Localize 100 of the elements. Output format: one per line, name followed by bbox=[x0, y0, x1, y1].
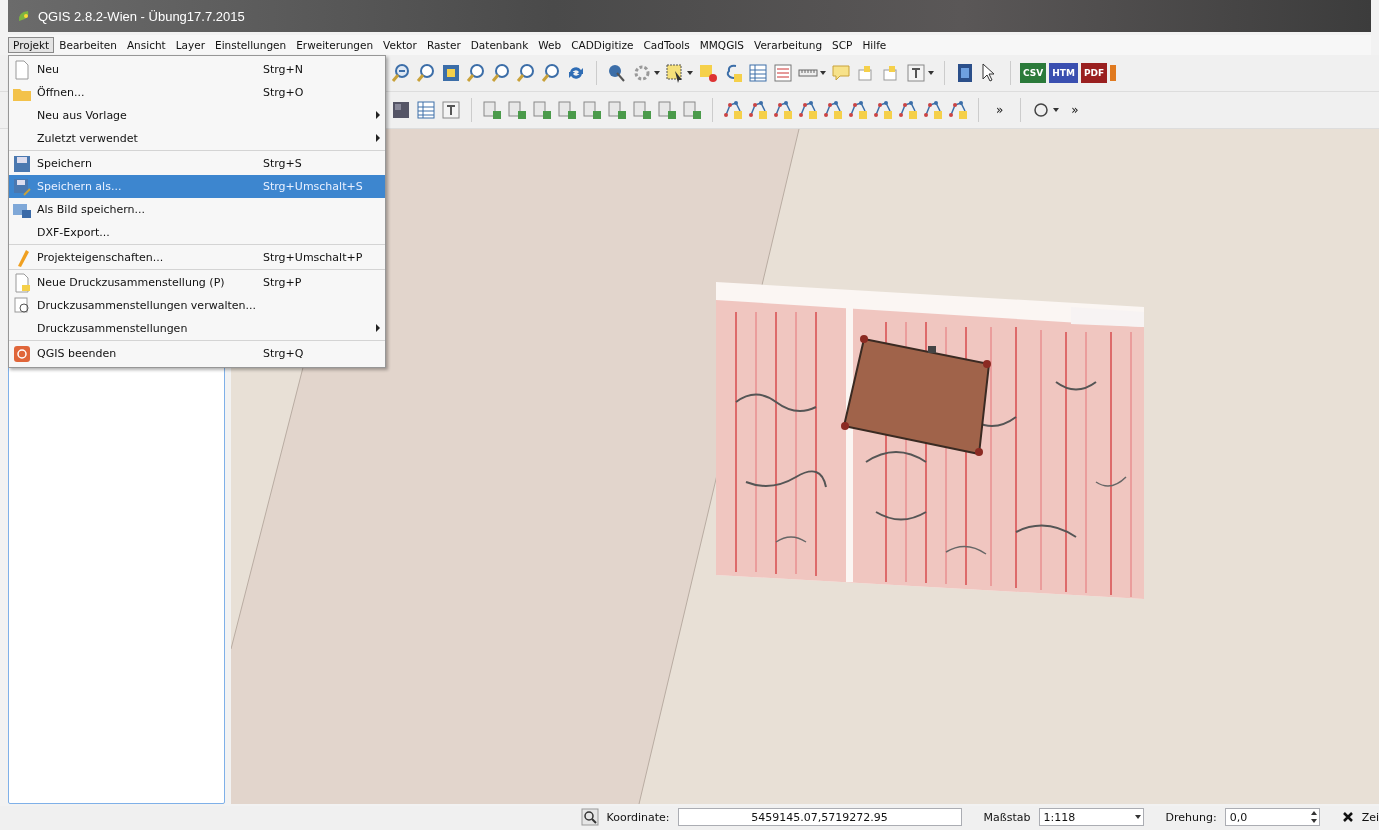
menu-entry[interactable]: Druckzusammenstellungen verwalten... bbox=[9, 294, 385, 317]
node-edit-icon[interactable] bbox=[872, 99, 894, 121]
power-icon bbox=[12, 343, 32, 364]
menu-entry-label: Druckzusammenstellungen bbox=[36, 322, 189, 335]
node-edit-icon[interactable] bbox=[722, 99, 744, 121]
menu-item[interactable]: Ansicht bbox=[121, 37, 171, 53]
raster-icon[interactable] bbox=[390, 99, 412, 121]
menu-entry-label: QGIS beenden bbox=[36, 347, 118, 360]
menu-entry[interactable]: Neu Strg+N bbox=[9, 58, 385, 81]
document-icon bbox=[12, 272, 32, 293]
menu-entry[interactable]: Zuletzt verwendet bbox=[9, 127, 385, 151]
menu-entry-label: Öffnen... bbox=[36, 86, 86, 99]
x-mark-icon[interactable] bbox=[1341, 811, 1354, 823]
menu-item[interactable]: SCP bbox=[827, 37, 858, 53]
floppy-disk-icon bbox=[12, 176, 32, 197]
menu-entry[interactable]: Speichern Strg+S bbox=[9, 152, 385, 175]
node-edit-icon[interactable] bbox=[747, 99, 769, 121]
menu-entry[interactable]: Neue Druckzusammenstellung (P) Strg+P bbox=[9, 271, 385, 294]
layer-add-icon[interactable] bbox=[531, 99, 553, 121]
menu-entry-label: Speichern bbox=[36, 157, 93, 170]
menu-entry-label: Als Bild speichern... bbox=[36, 203, 147, 216]
layer-add-icon[interactable] bbox=[656, 99, 678, 121]
menu-entry[interactable]: DXF-Export... bbox=[9, 221, 385, 245]
menu-entry-label: Neu bbox=[36, 63, 60, 76]
menu-item[interactable]: Projekt bbox=[8, 37, 55, 53]
menu-item[interactable]: Raster bbox=[421, 37, 466, 53]
menu-item[interactable]: CADDigitize bbox=[566, 37, 639, 53]
zoom-out-icon[interactable] bbox=[390, 62, 412, 84]
menu-item[interactable]: Erweiterungen bbox=[291, 37, 379, 53]
rotation-label: Drehung: bbox=[1165, 810, 1217, 824]
text-icon[interactable] bbox=[440, 99, 462, 121]
text-icon[interactable] bbox=[905, 62, 927, 84]
spinner-icon[interactable] bbox=[1308, 809, 1319, 825]
menu-entry-label: Druckzusammenstellungen verwalten... bbox=[36, 299, 257, 312]
export-button[interactable]: CSV bbox=[1020, 63, 1047, 83]
menu-entry[interactable]: Neu aus Vorlage bbox=[9, 104, 385, 127]
menu-entry[interactable]: Projekteigenschaften... Strg+Umschalt+P bbox=[9, 246, 385, 270]
menu-entry-label: Speichern als... bbox=[36, 180, 123, 193]
layer-add-icon[interactable] bbox=[681, 99, 703, 121]
overflow-button[interactable]: » bbox=[1063, 103, 1087, 117]
menu-entry[interactable]: QGIS beenden Strg+Q bbox=[9, 342, 385, 365]
shortcut-text: Strg+Umschalt+P bbox=[263, 251, 364, 264]
menu-item[interactable]: Layer bbox=[170, 37, 210, 53]
menu-entry-label: DXF-Export... bbox=[36, 226, 111, 239]
node-edit-icon[interactable] bbox=[947, 99, 969, 121]
table-icon[interactable] bbox=[415, 99, 437, 121]
overflow-button[interactable]: » bbox=[988, 103, 1012, 117]
submenu-arrow-icon bbox=[375, 324, 381, 332]
coordinate-toggle-icon[interactable] bbox=[580, 808, 599, 826]
menu-item[interactable]: Einstellungen bbox=[210, 37, 292, 53]
shortcut-text: Strg+O bbox=[263, 86, 305, 99]
zoom-full-icon[interactable] bbox=[440, 62, 462, 84]
layer-add-icon[interactable] bbox=[581, 99, 603, 121]
node-edit-icon[interactable] bbox=[847, 99, 869, 121]
menu-entry-label: Neue Druckzusammenstellung (P) bbox=[36, 276, 226, 289]
window-title: QGIS 2.8.2-Wien - Übung17.7.2015 bbox=[38, 8, 245, 24]
menu-item[interactable]: Verarbeitung bbox=[749, 37, 828, 53]
menu-item[interactable]: Bearbeiten bbox=[54, 37, 122, 53]
menu-item[interactable]: Vektor bbox=[378, 37, 422, 53]
rotation-field[interactable]: 0,0 bbox=[1224, 808, 1320, 826]
layer-add-icon[interactable] bbox=[631, 99, 653, 121]
info-icon[interactable] bbox=[606, 62, 628, 84]
shortcut-text: Strg+S bbox=[263, 157, 303, 170]
coordinate-field[interactable]: 5459145.07,5719272.95 bbox=[677, 808, 962, 826]
shortcut-text: Strg+N bbox=[263, 63, 305, 76]
menu-entry[interactable]: Öffnen... Strg+O bbox=[9, 81, 385, 104]
menu-entry-label: Neu aus Vorlage bbox=[36, 109, 128, 122]
table-icon[interactable] bbox=[747, 62, 769, 84]
menu-item[interactable]: Web bbox=[533, 37, 567, 53]
menu-item[interactable]: Hilfe bbox=[857, 37, 892, 53]
layer-add-icon[interactable] bbox=[606, 99, 628, 121]
menu-entry-label: Zuletzt verwendet bbox=[36, 132, 139, 145]
shortcut-text: Strg+Q bbox=[263, 347, 305, 360]
menu-item[interactable]: MMQGIS bbox=[694, 37, 750, 53]
submenu-arrow-icon bbox=[375, 134, 381, 142]
deselect-icon[interactable] bbox=[697, 62, 719, 84]
shortcut-text: Strg+Umschalt+S bbox=[263, 180, 364, 193]
layer-add-icon[interactable] bbox=[506, 99, 528, 121]
menu-item[interactable]: Datenbank bbox=[465, 37, 534, 53]
submenu-arrow-icon bbox=[375, 111, 381, 119]
render-label: Zei bbox=[1361, 810, 1379, 824]
menu-entry[interactable]: Als Bild speichern... bbox=[9, 198, 385, 221]
node-edit-icon[interactable] bbox=[897, 99, 919, 121]
node-edit-icon[interactable] bbox=[822, 99, 844, 121]
node-edit-icon[interactable] bbox=[772, 99, 794, 121]
menu-item[interactable]: CadTools bbox=[638, 37, 695, 53]
coordinate-label: Koordinate: bbox=[606, 810, 670, 824]
node-edit-icon[interactable] bbox=[797, 99, 819, 121]
menu-entry-label: Projekteigenschaften... bbox=[36, 251, 165, 264]
export-button[interactable]: PDF bbox=[1080, 63, 1108, 83]
scale-label: Maßstab bbox=[983, 810, 1031, 824]
scale-combo[interactable]: 1:118 bbox=[1038, 808, 1144, 826]
document-icon bbox=[12, 59, 32, 80]
menu-entry[interactable]: Druckzusammenstellungen bbox=[9, 317, 385, 341]
layer-add-icon[interactable] bbox=[556, 99, 578, 121]
node-edit-icon[interactable] bbox=[922, 99, 944, 121]
toolbar-icon[interactable] bbox=[1110, 65, 1117, 81]
layer-add-icon[interactable] bbox=[481, 99, 503, 121]
export-button[interactable]: HTM bbox=[1049, 63, 1078, 83]
polygon-feature[interactable] bbox=[841, 335, 991, 456]
